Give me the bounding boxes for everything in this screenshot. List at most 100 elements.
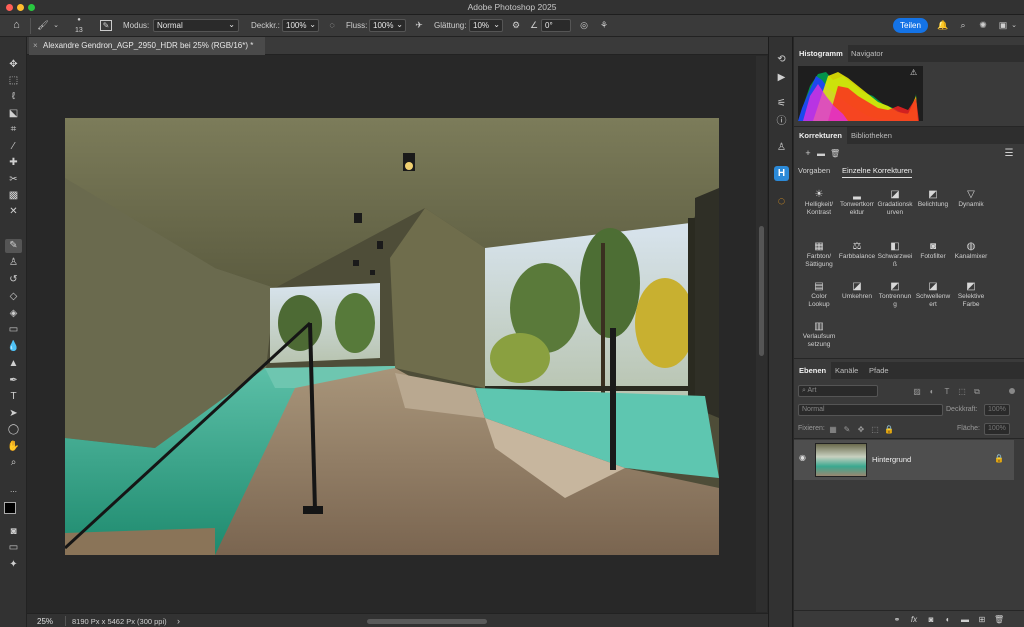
adjustment-item[interactable]: ◙ Fotofilter: [912, 240, 954, 261]
stamp-tool-icon[interactable]: ♙: [5, 256, 22, 270]
layer-opacity-input[interactable]: 100%: [984, 404, 1010, 416]
quick-mask-icon[interactable]: ◙: [5, 525, 22, 539]
gradient-tool-icon[interactable]: ▭: [5, 323, 22, 337]
symmetry-icon[interactable]: ⚘: [598, 20, 610, 31]
brush-size-dot-icon[interactable]: ●: [70, 15, 88, 26]
angle-input[interactable]: 0°: [541, 19, 571, 32]
adjustment-item[interactable]: ◪ Gradationsk urven: [874, 188, 916, 217]
patch-tool-icon[interactable]: ▩: [5, 189, 22, 203]
filter-toggle[interactable]: [1009, 388, 1015, 394]
adjustment-item[interactable]: ◩ Tontrennun g: [874, 280, 916, 309]
horizontal-scrollbar-thumb[interactable]: [367, 619, 487, 624]
fx-icon[interactable]: fx: [909, 614, 919, 625]
adjustment-item[interactable]: ▽ Dynamik: [950, 188, 992, 209]
trash-icon[interactable]: 🗑: [994, 614, 1004, 625]
add-mask-icon[interactable]: ◙: [926, 614, 936, 625]
bandage-tool-icon[interactable]: ✂: [5, 173, 22, 187]
bell-icon[interactable]: 🔔: [937, 20, 949, 31]
dodge-tool-icon[interactable]: ▲: [5, 357, 22, 371]
lasso-tool-icon[interactable]: ℓ: [5, 90, 22, 104]
stamp-panel-icon[interactable]: ♙: [774, 140, 789, 155]
blend-mode-select[interactable]: Normal: [798, 404, 943, 416]
subtab-single-adjustments[interactable]: Einzelne Korrekturen: [842, 166, 913, 178]
eraser-tool-icon[interactable]: ◇: [5, 290, 22, 304]
tab-histogram[interactable]: Histogramm: [794, 45, 848, 62]
adjustment-item[interactable]: ◪ Umkehren: [836, 280, 878, 301]
filter-adjustment-icon[interactable]: ◐: [927, 386, 937, 397]
actions-play-icon[interactable]: ▶: [774, 70, 789, 85]
brush-tool-icon[interactable]: ✎: [5, 239, 22, 253]
layer-row[interactable]: ◉ Hintergrund 🔒: [794, 440, 1014, 480]
more-tools-icon[interactable]: ⋯: [5, 486, 22, 500]
history-panel-icon[interactable]: ⟲: [774, 52, 789, 67]
opacity-input[interactable]: 100% ⌄: [282, 19, 319, 32]
add-icon[interactable]: +: [803, 148, 813, 159]
pressure-size-icon[interactable]: ◎: [578, 20, 590, 31]
home-icon[interactable]: ⌂: [10, 20, 23, 31]
hand-tool-icon[interactable]: ✋: [5, 440, 22, 454]
layer-filter-select[interactable]: ⌕ Art: [798, 385, 878, 397]
layer-name[interactable]: Hintergrund: [872, 455, 911, 464]
marquee-tool-icon[interactable]: ⬚: [5, 74, 22, 88]
plugin-h-icon[interactable]: H: [774, 166, 789, 181]
new-layer-icon[interactable]: ⊞: [977, 614, 987, 625]
adjustment-item[interactable]: ▦ Farbton/ Sättigung: [798, 240, 840, 269]
lightbulb-icon[interactable]: ✺: [977, 20, 989, 31]
layer-thumbnail[interactable]: [815, 443, 867, 477]
document-image[interactable]: [65, 118, 719, 555]
chevron-down-icon[interactable]: ⌄: [52, 20, 60, 31]
zoom-tool-icon[interactable]: ⌕: [5, 456, 22, 470]
share-button[interactable]: Teilen: [893, 18, 928, 33]
brush-tool-preset-icon[interactable]: 🖌: [37, 20, 49, 31]
type-tool-icon[interactable]: T: [5, 390, 22, 404]
histogram-warning-icon[interactable]: ⚠: [910, 68, 917, 77]
screen-mode-icon[interactable]: ▭: [5, 541, 22, 555]
blur-tool-icon[interactable]: 💧: [5, 340, 22, 354]
scrollbar-thumb[interactable]: [759, 226, 764, 356]
info-icon[interactable]: ⓘ: [774, 114, 789, 129]
filter-shape-icon[interactable]: ⬚: [957, 386, 967, 397]
lock-artboard-icon[interactable]: ⬚: [870, 424, 880, 435]
chevron-down-icon[interactable]: ⌄: [1010, 20, 1018, 31]
adjustment-item[interactable]: ⚖ Farbbalance: [836, 240, 878, 261]
adjustment-item[interactable]: ▤ Color Lookup: [798, 280, 840, 309]
mode-select[interactable]: Normal ⌄: [153, 19, 239, 32]
adjustment-item[interactable]: ◍ Kanalmixer: [950, 240, 992, 261]
eraser-icon[interactable]: ◈: [5, 307, 22, 321]
document-tab[interactable]: × Alexandre Gendron_AGP_2950_HDR bei 25%…: [29, 37, 265, 55]
trash-icon[interactable]: 🗑: [830, 148, 840, 159]
lock-pixels-icon[interactable]: ✎: [842, 424, 852, 435]
folder-icon[interactable]: ▬: [816, 148, 826, 159]
lock-all-icon[interactable]: 🔒: [884, 424, 894, 435]
move-tool-icon[interactable]: ✥: [5, 58, 22, 72]
gear-icon[interactable]: ⚙: [510, 20, 522, 31]
shape-tool-icon[interactable]: ◯: [5, 423, 22, 437]
panel-menu-icon[interactable]: ☰: [1004, 148, 1014, 159]
close-tab-icon[interactable]: ×: [33, 37, 38, 55]
filter-smart-object-icon[interactable]: ⧉: [972, 386, 982, 397]
adjustment-item[interactable]: ▥ Verlaufsum setzung: [798, 320, 840, 349]
adjustments-sliders-icon[interactable]: ⚟: [774, 96, 789, 111]
tab-adjustments[interactable]: Korrekturen: [794, 127, 847, 144]
lock-icon[interactable]: 🔒: [994, 454, 1004, 463]
airbrush-icon[interactable]: ✈: [413, 20, 425, 31]
adjustment-item[interactable]: ◩ Selektive Farbe: [950, 280, 992, 309]
pen-tool-icon[interactable]: ✒: [5, 374, 22, 388]
adjustment-item[interactable]: ◩ Belichtung: [912, 188, 954, 209]
vertical-scrollbar[interactable]: [756, 56, 767, 612]
tab-channels[interactable]: Kanäle: [830, 362, 863, 379]
lock-transparent-icon[interactable]: ▦: [828, 424, 838, 435]
visibility-eye-icon[interactable]: ◉: [799, 453, 806, 462]
history-brush-tool-icon[interactable]: ↺: [5, 273, 22, 287]
filter-pixel-icon[interactable]: ▨: [912, 386, 922, 397]
adjustment-layer-icon[interactable]: ◐: [943, 614, 953, 625]
zoom-level[interactable]: 25%: [37, 617, 53, 626]
flow-input[interactable]: 100% ⌄: [369, 19, 406, 32]
chevron-right-icon[interactable]: ›: [177, 616, 180, 626]
fill-input[interactable]: 100%: [984, 423, 1010, 435]
spot-healing-tool-icon[interactable]: ✚: [5, 156, 22, 170]
remove-tool-icon[interactable]: ✕: [5, 205, 22, 219]
smoothing-input[interactable]: 10% ⌄: [469, 19, 503, 32]
adjustment-item[interactable]: ◪ Schwellenw ert: [912, 280, 954, 309]
link-layers-icon[interactable]: ⚭: [892, 614, 902, 625]
